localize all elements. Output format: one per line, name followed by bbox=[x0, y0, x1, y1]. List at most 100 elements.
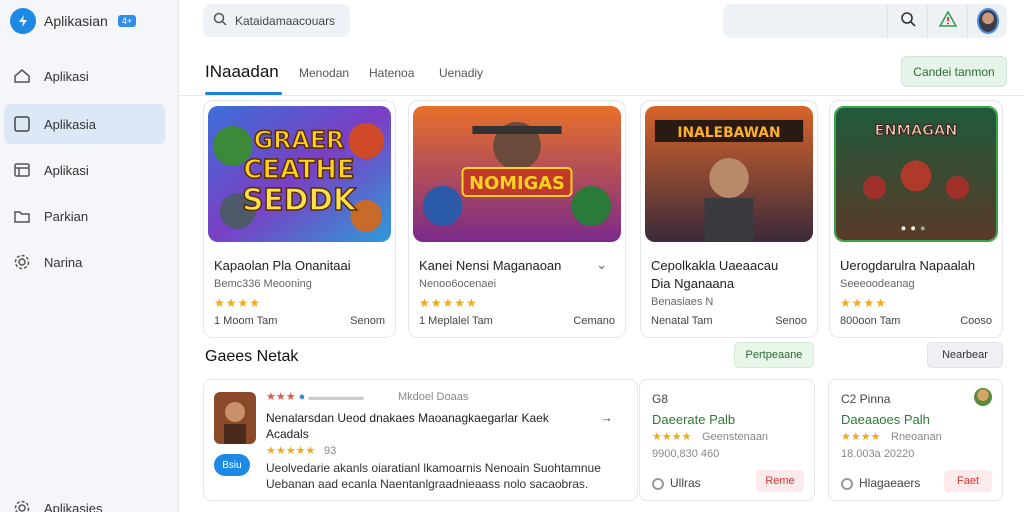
tab-featured[interactable]: INaaadan bbox=[205, 62, 279, 82]
review-panel[interactable]: ★★★ ● ▬▬▬▬▬ Mkdoel Doaas Nenalarsdan Ueo… bbox=[203, 379, 638, 501]
rating-count: 93 bbox=[324, 445, 337, 457]
tab-uenadiy[interactable]: Uenadiy bbox=[439, 66, 483, 80]
app-mini-card[interactable]: C2 Pinna Daeaaoes Palh ★★★★ Rneoanan 18.… bbox=[828, 379, 1003, 501]
review-title: Nenalarsdan Ueod dnakaes Maoanagkaegarla… bbox=[266, 411, 549, 441]
rating-stars: ★★★★★ bbox=[419, 296, 478, 310]
alert-button[interactable] bbox=[927, 4, 967, 38]
home-icon bbox=[12, 66, 32, 86]
game-art: INALEBAWAN bbox=[645, 106, 813, 242]
section-title: Gaees Netak bbox=[205, 348, 299, 365]
game-meta: 800oon Tam bbox=[840, 315, 901, 327]
rating-stars: ★★★★ bbox=[840, 296, 888, 310]
gear-icon bbox=[12, 252, 32, 272]
game-title: Kapaolan Pla Onanitaai bbox=[214, 258, 351, 273]
tag-chip[interactable]: Bsiu bbox=[214, 454, 250, 476]
reviewer-rating: ★★★ ● ▬▬▬▬▬ bbox=[266, 391, 364, 403]
game-card[interactable]: GRAER CEATHE SEDDK Kapaolan Pla Onanitaa… bbox=[203, 100, 396, 338]
art-title-line: NOMIGAS bbox=[469, 173, 565, 194]
mini-meta: 18.003a 20220 bbox=[841, 448, 915, 460]
profile-button[interactable] bbox=[967, 4, 1007, 38]
search-icon bbox=[900, 11, 916, 32]
brand[interactable]: Aplikasian 4+ bbox=[10, 8, 137, 34]
sidebar: Aplikasian 4+ Aplikasi Aplikasia Aplikas… bbox=[0, 0, 179, 512]
mini-top: G8 bbox=[652, 392, 669, 406]
game-subtitle: Bemc336 Meooning bbox=[214, 278, 312, 290]
sidebar-item-settings[interactable]: Narina bbox=[4, 242, 165, 282]
sidebar-item-apps[interactable]: Aplikasia bbox=[4, 104, 165, 144]
art-title-line: GRAER bbox=[254, 126, 345, 154]
square-icon bbox=[12, 114, 32, 134]
sort-button[interactable]: Nearbear bbox=[927, 342, 1003, 368]
search-placeholder: Kataidamaacouars bbox=[235, 13, 336, 28]
pin-icon bbox=[652, 477, 664, 490]
game-title: Cepolkakla Uaeaacau Dia Nganaana bbox=[651, 258, 779, 291]
sidebar-item-more[interactable]: Aplikasies bbox=[4, 488, 165, 512]
brand-name: Aplikasian bbox=[44, 13, 108, 29]
rating-stars: ★★★★ bbox=[841, 431, 881, 443]
avatar bbox=[976, 8, 999, 34]
location-label: Ullras bbox=[670, 476, 701, 490]
rating-stars: ★★★★ bbox=[652, 431, 692, 443]
sidebar-item-label: Aplikasi bbox=[44, 68, 89, 84]
tab-menodan[interactable]: Menodan bbox=[299, 66, 349, 80]
game-card[interactable]: ENMAGAN Uerogdarulra Napaalah Seeeoodean… bbox=[829, 100, 1003, 338]
arrow-right-icon[interactable]: → bbox=[600, 410, 613, 425]
sidebar-item-home[interactable]: Aplikasi bbox=[4, 56, 165, 96]
game-meta: 1 Meplalel Tam bbox=[419, 315, 493, 327]
sidebar-item-window[interactable]: Aplikasi bbox=[4, 150, 165, 190]
mini-title: Daeerate Palb bbox=[652, 412, 736, 427]
sidebar-item-label: Aplikasies bbox=[44, 500, 103, 512]
search-input[interactable]: Kataidamaacouars bbox=[203, 4, 350, 37]
rating-stars: ★★★★ bbox=[214, 296, 262, 310]
filter-button[interactable]: Pertpeaane bbox=[734, 342, 814, 368]
topbar-actions bbox=[723, 4, 1007, 38]
search-icon bbox=[213, 12, 227, 29]
sidebar-item-label: Parkian bbox=[44, 208, 89, 224]
sidebar-item-folder[interactable]: Parkian bbox=[4, 196, 165, 236]
game-art: ENMAGAN bbox=[834, 106, 998, 242]
tab-hatenoa[interactable]: Hatenoa bbox=[369, 66, 414, 80]
alert-triangle-icon bbox=[938, 9, 957, 32]
review-body: Ueolvedarie akanls oiaratianl lkamoarnis… bbox=[266, 461, 601, 491]
game-subtitle: Nenoo6ocenaei bbox=[419, 278, 497, 290]
tab-bar: INaaadan Menodan Hatenoa Uenadiy bbox=[179, 52, 1024, 96]
avatar bbox=[974, 388, 992, 406]
app-mini-card[interactable]: G8 Daeerate Palb ★★★★ Geenstenaan 9900,8… bbox=[639, 379, 815, 501]
remove-button[interactable]: Reme bbox=[756, 470, 804, 492]
folder-icon bbox=[12, 206, 32, 226]
game-subtitle: Seeeoodeanag bbox=[840, 278, 915, 290]
cta-button[interactable]: Candei tanmon bbox=[901, 56, 1007, 87]
game-thumbnail bbox=[214, 392, 256, 444]
game-card[interactable]: NOMIGAS Kanei Nensi Maganaoan ⌄ Nenoo6oc… bbox=[408, 100, 626, 338]
pin-icon bbox=[841, 477, 853, 490]
art-title-line: ENMAGAN bbox=[875, 123, 958, 139]
topbar-search-field[interactable] bbox=[723, 4, 887, 38]
gear-icon bbox=[12, 498, 32, 512]
game-art: GRAER CEATHE SEDDK bbox=[208, 106, 391, 242]
mini-sub: Rneoanan bbox=[891, 431, 942, 443]
game-category: Senom bbox=[350, 315, 385, 327]
sidebar-item-label: Narina bbox=[44, 254, 83, 270]
art-title-line: INALEBAWAN bbox=[677, 125, 780, 141]
game-card[interactable]: INALEBAWAN Cepolkakla Uaeaacau Dia Ngana… bbox=[640, 100, 818, 338]
game-category: Cooso bbox=[960, 315, 992, 327]
mini-meta: 9900,830 460 bbox=[652, 448, 720, 460]
rating-stars: ★★★★★ bbox=[266, 445, 316, 457]
location-label: Hlagaeaers bbox=[859, 476, 921, 490]
mini-sub: Geenstenaan bbox=[702, 431, 769, 443]
game-title: Uerogdarulra Napaalah bbox=[840, 258, 976, 273]
game-subtitle: Benasiaes N bbox=[651, 296, 714, 308]
game-category: Cemano bbox=[573, 315, 615, 327]
brand-badge: 4+ bbox=[117, 15, 137, 27]
sidebar-item-label: Aplikasia bbox=[44, 116, 97, 132]
chevron-down-icon[interactable]: ⌄ bbox=[596, 257, 607, 273]
art-title-line: CEATHE bbox=[244, 155, 355, 185]
location-row: Ullras bbox=[652, 476, 701, 490]
game-title: Kanei Nensi Maganaoan bbox=[419, 258, 562, 273]
sidebar-item-label: Aplikasi bbox=[44, 162, 89, 178]
game-meta: Nenatal Tam bbox=[651, 315, 713, 327]
remove-button[interactable]: Faet bbox=[944, 470, 992, 492]
search-button[interactable] bbox=[887, 4, 927, 38]
mini-title: Daeaaoes Palh bbox=[841, 412, 930, 427]
game-meta: 1 Moom Tam bbox=[214, 315, 278, 327]
